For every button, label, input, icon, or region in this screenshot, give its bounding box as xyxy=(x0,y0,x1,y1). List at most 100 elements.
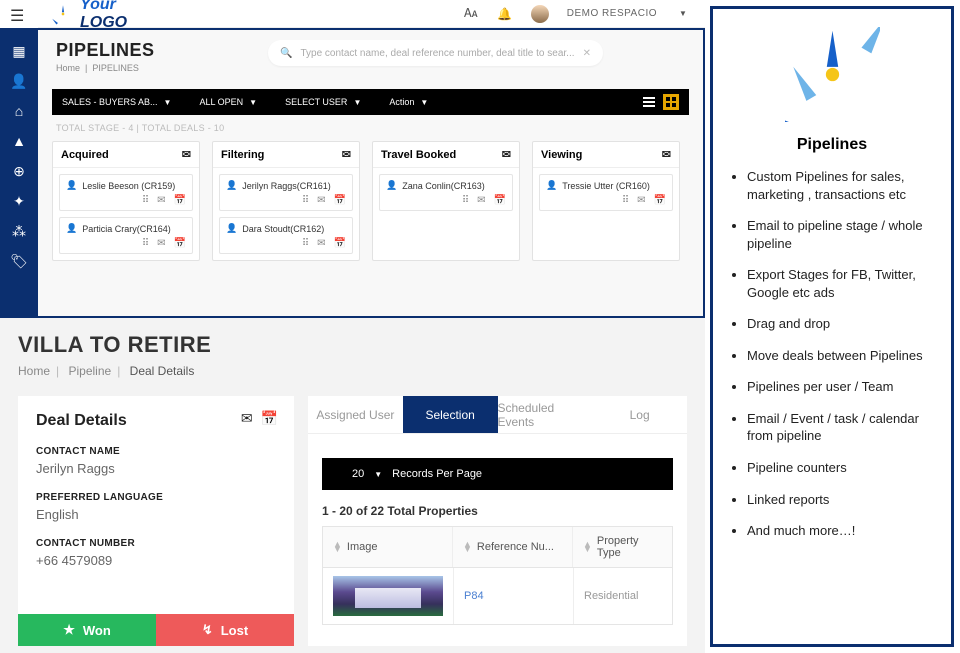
user-name[interactable]: DEMO RESPACIO xyxy=(567,8,657,19)
mail-icon[interactable]: ✉ xyxy=(317,195,325,206)
drag-icon[interactable]: ⠿ xyxy=(142,238,149,249)
info-item: Custom Pipelines for sales, marketing , … xyxy=(747,168,943,203)
nav-org-icon[interactable]: ⁂ xyxy=(0,216,38,246)
crumb-home[interactable]: Home xyxy=(56,63,80,73)
logo-text-bottom: LOGO xyxy=(80,14,127,32)
person-icon: 👤 xyxy=(66,180,77,191)
deal-page: VILLA TO RETIRE Home| Pipeline| Deal Det… xyxy=(0,318,705,653)
info-title: Pipelines xyxy=(721,136,943,154)
records-per-page[interactable]: 20 ▼ Records Per Page xyxy=(322,458,673,490)
cell-ref[interactable]: P84 xyxy=(454,568,574,624)
translate-icon[interactable]: 🗛 xyxy=(463,6,479,22)
crumb-current: PIPELINES xyxy=(92,63,139,73)
nav-home-icon[interactable]: ⌂ xyxy=(0,96,38,126)
clear-search-icon[interactable]: ✕ xyxy=(583,48,591,59)
person-icon: 👤 xyxy=(546,180,557,191)
value-lang: English xyxy=(36,507,276,522)
col-image[interactable]: ▲▼Image xyxy=(323,527,453,567)
crumb-current: Deal Details xyxy=(130,364,195,378)
drag-icon[interactable]: ⠿ xyxy=(302,195,309,206)
deal-card[interactable]: 👤Zana Conlin(CR163) ⠿ ✉ 📅 xyxy=(379,174,513,211)
envelope-icon[interactable]: ✉ xyxy=(342,148,351,161)
search-icon: 🔍 xyxy=(280,48,292,59)
filter-action[interactable]: Action▼ xyxy=(389,97,428,107)
nav-dashboard-icon[interactable]: ▦ xyxy=(0,36,38,66)
calendar-icon[interactable]: 📅 xyxy=(334,195,346,206)
calendar-icon[interactable]: 📅 xyxy=(174,238,186,249)
tab-assigned[interactable]: Assigned User xyxy=(308,396,403,433)
rpp-count: 20 xyxy=(352,468,364,480)
search-placeholder: Type contact name, deal reference number… xyxy=(300,48,574,59)
calendar-icon[interactable]: 📅 xyxy=(494,195,506,206)
grid-view-icon[interactable] xyxy=(663,94,679,110)
stage-column: Viewing ✉ 👤Tressie Utter (CR160) ⠿ ✉ 📅 xyxy=(532,141,680,261)
nav-globe-icon[interactable]: ⊕ xyxy=(0,156,38,186)
envelope-icon[interactable]: ✉ xyxy=(662,148,671,161)
left-nav: ▦ 👤 ⌂ ▲ ⊕ ✦ ⁂ 🏷 xyxy=(0,28,38,318)
mail-icon[interactable]: ✉ xyxy=(477,195,485,206)
mail-icon[interactable]: ✉ xyxy=(317,238,325,249)
deal-card[interactable]: 👤 Jerilyn Raggs(CR161) ⠿ ✉ 📅 xyxy=(219,174,353,211)
crumb-home[interactable]: Home xyxy=(18,364,50,378)
menu-toggle[interactable]: ☰ xyxy=(10,6,24,26)
deal-card[interactable]: 👤 Particia Crary(CR164) ⠿ ✉ 📅 xyxy=(59,217,193,254)
info-item: Linked reports xyxy=(747,491,943,509)
col-reference[interactable]: ▲▼Reference Nu... xyxy=(453,527,573,567)
table-row[interactable]: P84 Residential xyxy=(322,568,673,625)
avatar[interactable] xyxy=(531,5,549,23)
envelope-icon[interactable]: ✉ xyxy=(182,148,191,161)
lost-button[interactable]: ↯Lost xyxy=(156,614,294,646)
calendar-icon[interactable]: 📅 xyxy=(654,195,666,206)
property-thumb xyxy=(333,576,443,616)
envelope-icon[interactable]: ✉ xyxy=(502,148,511,161)
bell-icon[interactable]: 🔔 xyxy=(497,6,513,22)
person-icon: 👤 xyxy=(66,223,77,234)
calendar-icon[interactable]: 📅 xyxy=(334,238,346,249)
drag-icon[interactable]: ⠿ xyxy=(302,238,309,249)
won-button[interactable]: ★Won xyxy=(18,614,156,646)
filter-user[interactable]: SELECT USER▼ xyxy=(285,97,361,107)
tab-events[interactable]: Scheduled Events xyxy=(498,396,593,433)
mail-icon[interactable]: ✉ xyxy=(637,195,645,206)
nav-person-icon[interactable]: 👤 xyxy=(0,66,38,96)
deal-name: Jerilyn Raggs(CR161) xyxy=(242,181,331,191)
deal-card[interactable]: 👤Tressie Utter (CR160) ⠿ ✉ 📅 xyxy=(539,174,673,211)
nav-user-icon[interactable]: ▲ xyxy=(0,126,38,156)
deal-card[interactable]: 👤Dara Stoudt(CR162) ⠿ ✉ 📅 xyxy=(219,217,353,254)
nav-gift-icon[interactable]: ✦ xyxy=(0,186,38,216)
deal-name: Particia Crary(CR164) xyxy=(82,224,171,234)
value-contact: Jerilyn Raggs xyxy=(36,461,276,476)
mail-icon[interactable]: ✉ xyxy=(157,195,165,206)
drag-icon[interactable]: ⠿ xyxy=(622,195,629,206)
label-contact: CONTACT NAME xyxy=(36,446,276,457)
search-input[interactable]: 🔍 Type contact name, deal reference numb… xyxy=(268,40,603,66)
user-dropdown-icon[interactable]: ▼ xyxy=(675,6,691,22)
calendar-icon[interactable]: 📅 xyxy=(174,195,186,206)
crumb-pipeline[interactable]: Pipeline xyxy=(68,364,111,378)
stage-name: Acquired xyxy=(61,149,109,161)
drag-icon[interactable]: ⠿ xyxy=(462,195,469,206)
email-icon[interactable]: ✉ xyxy=(241,410,253,427)
nav-tag-icon[interactable]: 🏷 xyxy=(0,246,38,276)
stage-name: Viewing xyxy=(541,149,582,161)
deal-card[interactable]: 👤Leslie Beeson (CR159) ⠿ ✉ 📅 xyxy=(59,174,193,211)
stage-name: Filtering xyxy=(221,149,264,161)
info-item: Drag and drop xyxy=(747,315,943,333)
drag-icon[interactable]: ⠿ xyxy=(142,195,149,206)
tab-log[interactable]: Log xyxy=(592,396,687,433)
logo-mark-icon xyxy=(52,3,74,25)
info-item: Email to pipeline stage / whole pipeline xyxy=(747,217,943,252)
mail-icon[interactable]: ✉ xyxy=(157,238,165,249)
col-type[interactable]: ▲▼Property Type xyxy=(573,527,672,567)
stage-name: Travel Booked xyxy=(381,149,456,161)
logo: Your LOGO xyxy=(52,0,127,32)
info-item: And much more…! xyxy=(747,522,943,540)
calendar-icon[interactable]: 📅 xyxy=(261,410,278,427)
deal-name: Dara Stoudt(CR162) xyxy=(242,224,324,234)
tab-selection[interactable]: Selection xyxy=(403,396,498,433)
person-icon: 👤 xyxy=(226,180,237,191)
filter-sales[interactable]: SALES - BUYERS AB...▼ xyxy=(62,97,171,107)
filter-open[interactable]: ALL OPEN▼ xyxy=(199,97,257,107)
label-lang: PREFERRED LANGUAGE xyxy=(36,492,276,503)
list-view-icon[interactable] xyxy=(641,94,657,110)
